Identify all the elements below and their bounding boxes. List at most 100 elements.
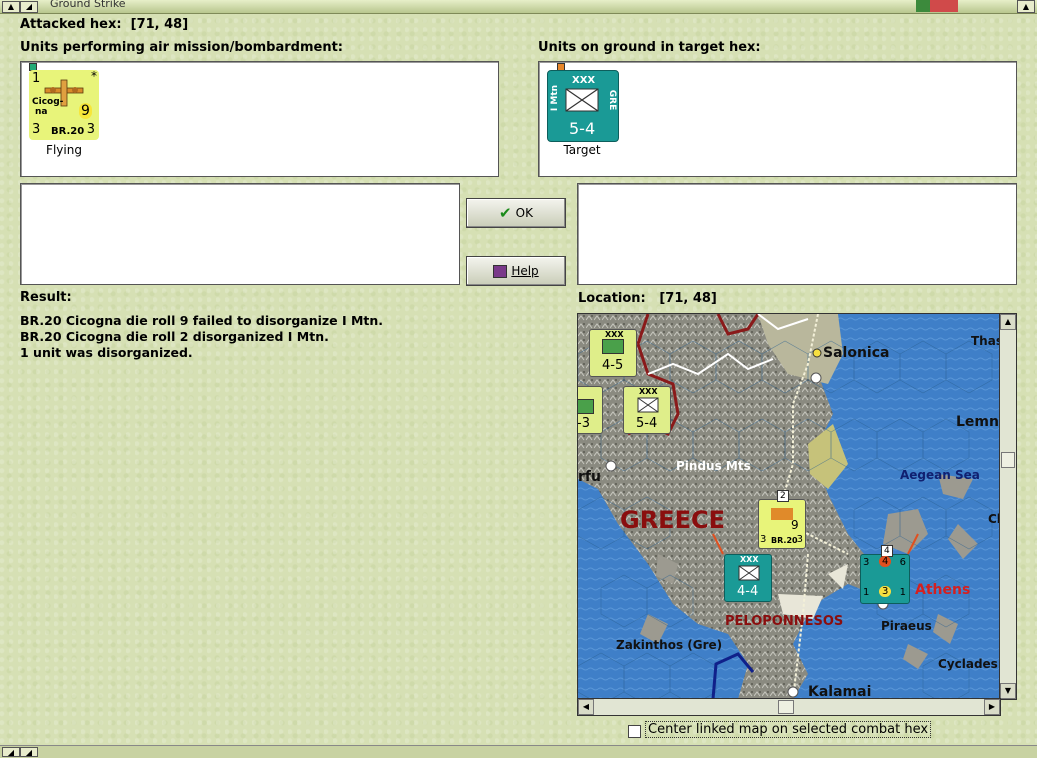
map-counter-bl: 1 bbox=[863, 587, 870, 598]
infantry-symbol-icon bbox=[565, 88, 599, 112]
map-horizontal-scrollbar[interactable]: ◀ ▶ bbox=[577, 698, 1001, 716]
infantry-symbol-icon bbox=[602, 339, 624, 354]
flag-icon-red-2 bbox=[944, 0, 958, 12]
ok-button-label: OK bbox=[515, 206, 533, 220]
ground-strike-window: ▲ ◢ Ground Strike ▲ Attacked hex: [71, 4… bbox=[0, 0, 1037, 758]
air-unit-bottom-right: 3 bbox=[86, 122, 95, 137]
mini-map[interactable]: Salonica Thas Lemn Pindus Mts Aegean Sea… bbox=[577, 313, 1001, 700]
map-unit-counter-greek-3[interactable]: XXX 5-4 bbox=[623, 386, 671, 434]
ground-unit-details-panel bbox=[577, 183, 1017, 285]
map-label-greece: GREECE bbox=[620, 506, 725, 534]
ground-unit-status: Target bbox=[563, 143, 601, 157]
attacked-hex-label: Attacked hex: bbox=[20, 17, 122, 32]
vertical-scroll-thumb[interactable] bbox=[1001, 452, 1015, 468]
attacked-hex-row: Attacked hex: [71, 48] bbox=[20, 17, 188, 32]
ground-unit-nation: GRE bbox=[606, 89, 617, 111]
map-label-cyclades: Cyclades bbox=[938, 657, 998, 671]
help-button-label: Help bbox=[511, 264, 539, 278]
result-text: BR.20 Cicogna die roll 9 failed to disor… bbox=[20, 313, 383, 361]
map-counter-center: 3 bbox=[879, 586, 892, 597]
bomber-aircraft-icon bbox=[771, 508, 793, 520]
air-unit-bottom-left: 3 bbox=[32, 122, 41, 137]
map-label-piraeus: Piraeus bbox=[881, 619, 932, 633]
collapse-icon[interactable]: ▲ bbox=[2, 1, 20, 13]
center-map-checkbox[interactable] bbox=[628, 725, 641, 738]
map-label-thas: Thas bbox=[971, 334, 1001, 348]
ground-unit-name: I Mtn bbox=[550, 84, 561, 112]
map-unit-counter-greek-2[interactable]: -3 bbox=[577, 386, 603, 434]
map-counter-tl: 3 bbox=[863, 557, 870, 568]
map-counter-strength: 4-4 bbox=[737, 584, 759, 599]
map-label-salonica: Salonica bbox=[823, 345, 890, 361]
ok-button[interactable]: ✔ OK bbox=[466, 198, 566, 228]
help-book-icon bbox=[493, 264, 508, 278]
map-label-aegean: Aegean Sea bbox=[900, 468, 980, 482]
ground-unit-strength: 5-4 bbox=[569, 119, 596, 138]
result-line: BR.20 Cicogna die roll 2 disorganized I … bbox=[20, 329, 329, 344]
location-label: Location: bbox=[578, 291, 646, 306]
map-unit-counter-i-mtn[interactable]: XXX 4-4 bbox=[724, 554, 772, 602]
map-label-lemn: Lemn bbox=[956, 414, 999, 430]
map-label-athens: Athens bbox=[915, 582, 971, 598]
map-counter-strength: -3 bbox=[577, 416, 590, 431]
map-label-pindus: Pindus Mts bbox=[676, 459, 751, 473]
air-unit-type: BR.20 bbox=[51, 126, 85, 137]
air-unit-attack: 9 bbox=[79, 103, 92, 119]
scroll-up-icon[interactable]: ▲ bbox=[1000, 314, 1016, 330]
help-button[interactable]: Help bbox=[466, 256, 566, 286]
map-counter-br: 3 bbox=[796, 534, 803, 545]
map-label-zakinthos: Zakinthos (Gre) bbox=[616, 638, 723, 652]
air-units-header: Units performing air mission/bombardment… bbox=[20, 40, 344, 55]
resize-left-icon-2[interactable]: ◢ bbox=[20, 747, 38, 757]
map-label-corfu: rfu bbox=[578, 469, 601, 485]
ground-units-list[interactable]: XXX I Mtn GRE 5-4 Target bbox=[538, 61, 1017, 177]
air-unit-status: Flying bbox=[46, 143, 82, 157]
flag-icon-green bbox=[916, 0, 930, 12]
air-unit-details-panel bbox=[20, 183, 460, 285]
result-line: 1 unit was disorganized. bbox=[20, 345, 193, 360]
center-map-checkbox-label[interactable]: Center linked map on selected combat hex bbox=[645, 721, 932, 738]
window-title: Ground Strike bbox=[50, 0, 126, 10]
air-unit-top-right: * bbox=[91, 69, 97, 83]
map-counter-tr: 6 bbox=[899, 557, 906, 568]
map-counter-attack: 9 bbox=[791, 518, 799, 532]
scroll-left-icon[interactable]: ◀ bbox=[578, 699, 594, 715]
infantry-symbol-icon bbox=[738, 565, 760, 581]
status-bar: ◢ ◢ bbox=[0, 745, 1037, 758]
map-counter-mid: 4 bbox=[879, 556, 892, 567]
resize-left-icon[interactable]: ◢ bbox=[2, 747, 20, 757]
ground-unit-size: XXX bbox=[572, 75, 596, 86]
map-counter-br: 1 bbox=[899, 587, 906, 598]
air-unit-counter-br20[interactable]: 1 * Cicog- na 9 3 BR.20 3 bbox=[29, 69, 99, 140]
ground-units-header: Units on ground in target hex: bbox=[538, 40, 761, 55]
map-counter-size: XXX bbox=[639, 387, 658, 396]
map-counter-size: XXX bbox=[740, 555, 759, 564]
map-stack-badge: 2 bbox=[777, 490, 789, 502]
air-units-list[interactable]: 1 * Cicog- na 9 3 BR.20 3 Flying bbox=[20, 61, 499, 177]
location-value: [71, 48] bbox=[659, 291, 717, 306]
map-counter-strength: 5-4 bbox=[636, 416, 658, 431]
infantry-symbol-icon bbox=[578, 399, 594, 414]
map-stack-br20[interactable]: 2 9 3 BR.20 3 bbox=[758, 490, 806, 549]
window-menu-icon[interactable]: ◢ bbox=[20, 1, 38, 13]
scroll-right-icon[interactable]: ▶ bbox=[984, 699, 1000, 715]
result-label: Result: bbox=[20, 290, 72, 305]
checkmark-icon: ✔ bbox=[499, 204, 512, 222]
horizontal-scroll-thumb[interactable] bbox=[778, 700, 794, 714]
location-row: Location: [71, 48] bbox=[578, 291, 717, 306]
ground-unit-counter-i-mtn[interactable]: XXX I Mtn GRE 5-4 bbox=[547, 70, 619, 142]
result-line: BR.20 Cicogna die roll 9 failed to disor… bbox=[20, 313, 384, 328]
map-counter-bl: 3 bbox=[760, 534, 767, 545]
air-unit-name-2: na bbox=[35, 107, 48, 117]
map-label-peloponnesos: PELOPONNESOS bbox=[725, 614, 844, 629]
scroll-down-icon[interactable]: ▼ bbox=[1000, 683, 1016, 699]
map-stack-athens[interactable]: 4 3 4 6 1 3 1 bbox=[860, 545, 910, 604]
close-icon[interactable]: ▲ bbox=[1017, 0, 1035, 13]
attacked-hex-value: [71, 48] bbox=[130, 17, 189, 32]
map-unit-counter-greek-1[interactable]: XXX 4-5 bbox=[589, 329, 637, 377]
map-counter-size: XXX bbox=[605, 330, 624, 339]
title-bar: ▲ ◢ Ground Strike ▲ bbox=[0, 0, 1037, 14]
infantry-symbol-icon bbox=[637, 397, 659, 413]
map-counter-strength: 4-5 bbox=[602, 358, 624, 373]
map-vertical-scrollbar[interactable]: ▲ ▼ bbox=[999, 313, 1017, 700]
